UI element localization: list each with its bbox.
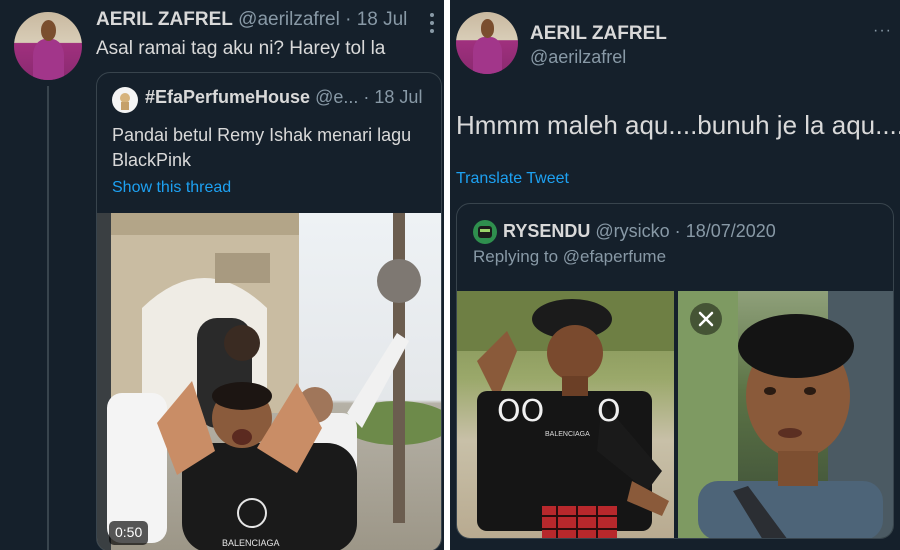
svg-text:OO: OO (497, 394, 544, 429)
show-thread-link[interactable]: Show this thread (112, 179, 231, 197)
more-options-icon[interactable]: ··· (873, 22, 892, 40)
separator: · (345, 9, 352, 30)
author-name[interactable]: AERIL ZAFREL (530, 23, 667, 45)
screenshot-canvas: AERIL ZAFREL @aerilzafrel · 18 Jul Asal … (0, 0, 900, 550)
replying-to-handle[interactable]: @efaperfume (563, 247, 666, 266)
replying-to-label: Replying to (473, 247, 559, 266)
avatar-figure-head (41, 20, 57, 41)
author-handle[interactable]: @aerilzafrel (238, 9, 340, 30)
quoted-author-name[interactable]: #EfaPerfumeHouse (145, 87, 310, 107)
quoted-author-name[interactable]: RYSENDU (503, 221, 590, 241)
image-scene: OO O (457, 291, 674, 538)
translate-tweet-link[interactable]: Translate Tweet (456, 170, 569, 188)
quoted-avatar[interactable] (473, 220, 497, 244)
more-options-icon[interactable] (428, 12, 436, 34)
quoted-date[interactable]: 18/07/2020 (686, 221, 776, 241)
video-scene (97, 213, 441, 550)
close-icon[interactable] (690, 303, 722, 335)
video-duration-badge: 0:50 (109, 521, 149, 545)
quoted-avatar[interactable] (112, 87, 138, 113)
quoted-author-handle[interactable]: @rysicko (595, 221, 669, 241)
media-image[interactable] (678, 291, 893, 538)
quoted-tweet[interactable]: #EfaPerfumeHouse @e... · 18 Jul Pandai b… (96, 72, 442, 550)
quoted-text: Pandai betul Remy Ishak menari lagu Blac… (112, 123, 411, 173)
quoted-text-line: Pandai betul Remy Ishak menari lagu (112, 125, 412, 145)
quoted-header: RYSENDU @rysicko · 18/07/2020 (503, 221, 776, 242)
quoted-tweet[interactable]: RYSENDU @rysicko · 18/07/2020 Replying t… (456, 203, 894, 539)
author-handle[interactable]: @aerilzafrel (530, 47, 626, 68)
avatar-figure-head (480, 19, 495, 39)
media-image[interactable]: OO O BALENCIAGA (457, 291, 674, 538)
quoted-text-line: BlackPink (112, 150, 192, 170)
quoted-author-handle[interactable]: @e... (315, 87, 358, 107)
quoted-header: #EfaPerfumeHouse @e... · 18 Jul (145, 87, 422, 108)
avatar[interactable] (14, 12, 82, 80)
video-duration: 0:50 (115, 524, 143, 540)
avatar-figure-body (33, 39, 65, 80)
avatar-figure-body (473, 36, 502, 74)
tweet-date[interactable]: 18 Jul (357, 9, 408, 30)
panel-divider (444, 0, 450, 550)
replying-to: Replying to @efaperfume (473, 247, 666, 267)
quoted-date[interactable]: 18 Jul (374, 87, 422, 107)
tweet-text: Asal ramai tag aku ni? Harey tol la (96, 38, 386, 59)
thread-line (47, 86, 49, 550)
separator: · (363, 87, 370, 107)
avatar[interactable] (456, 12, 518, 74)
video-thumbnail[interactable]: BALENCIAGA 0:50 (97, 213, 441, 550)
separator: · (674, 221, 681, 241)
tweet-header: AERIL ZAFREL @aerilzafrel · 18 Jul (96, 9, 407, 31)
video-shirt-text: BALENCIAGA (222, 538, 280, 548)
svg-text:O: O (597, 394, 621, 429)
tweet-text: Hmmm maleh aqu....bunuh je la aqu.... (456, 110, 900, 140)
author-name[interactable]: AERIL ZAFREL (96, 9, 233, 30)
image-shirt-text: BALENCIAGA (545, 431, 590, 438)
